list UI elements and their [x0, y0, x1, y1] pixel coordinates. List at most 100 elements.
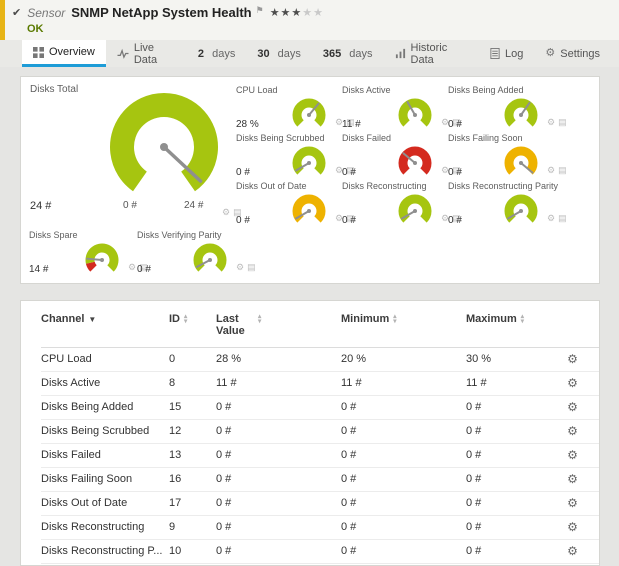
cell-minimum: 0 #	[341, 516, 466, 540]
column-header-maximum[interactable]: Maximum▴▾	[466, 305, 544, 348]
tab-historic-data[interactable]: Historic Data	[384, 40, 479, 67]
gear-icon[interactable]: ⚙	[547, 165, 555, 175]
sort-toggle-icon: ▴▾	[184, 314, 187, 324]
cell-channel: Disks Failing Soon	[41, 468, 169, 492]
cell-last-value: 11 #	[216, 372, 341, 396]
gear-icon[interactable]: ⚙	[128, 262, 136, 272]
cell-minimum: 0 #	[341, 492, 466, 516]
cell-channel: CPU Load	[41, 348, 169, 372]
cell-maximum: 0 #	[466, 420, 544, 444]
cell-actions: ⚙	[544, 540, 600, 564]
table-header-row: Channel▼ID ▴▾ Last Value ▴▾ Minimum ▴▾ Maximum…	[41, 305, 600, 348]
cell-last-value: 0 #	[216, 444, 341, 468]
priority-stars[interactable]: ★★★★★	[270, 6, 324, 19]
sort-toggle-icon: ▴▾	[258, 314, 261, 324]
ok-check-icon: ✔	[12, 6, 21, 19]
gauge-disks-out-of-date	[286, 192, 332, 226]
tab-label: Historic Data	[411, 42, 468, 66]
tab-30-days[interactable]: 30 days	[246, 40, 312, 67]
cell-minimum: 20 %	[341, 348, 466, 372]
tab-label: Settings	[560, 48, 600, 60]
column-header-last-value[interactable]: Last Value ▴▾	[216, 305, 341, 348]
table-row-disks-being-scrubbed: Disks Being Scrubbed120 #0 #0 #⚙	[41, 420, 600, 444]
gauge-disks-being-added	[498, 96, 544, 130]
gauge-disks-verifying-parity	[187, 241, 233, 275]
tab-365-days[interactable]: 365 days	[312, 40, 384, 67]
channel-settings-gear-icon[interactable]: ⚙	[567, 376, 578, 390]
overview-icon	[33, 47, 44, 58]
column-label: Last Value	[216, 313, 254, 337]
gauge-scale-min-label: 0 #	[123, 200, 137, 211]
gear-icon[interactable]: ⚙	[547, 213, 555, 223]
cell-minimum: 11 #	[341, 372, 466, 396]
column-label: ID	[169, 313, 180, 325]
gauge-disks-spare	[79, 241, 125, 275]
gauge-label: Disks Verifying Parity	[137, 230, 267, 240]
channel-settings-gear-icon[interactable]: ⚙	[567, 424, 578, 438]
column-header-actions	[544, 305, 600, 348]
gauge-disks-failing-soon	[498, 144, 544, 178]
table-row-disks-reconstructing: Disks Reconstructing90 #0 #0 #⚙	[41, 516, 600, 540]
gauge-scale-max-label: 24 #	[184, 200, 203, 211]
channel-settings-gear-icon[interactable]: ⚙	[567, 472, 578, 486]
gauge-actions: ⚙▤	[233, 257, 256, 275]
cell-channel: Disks Reconstructing	[41, 516, 169, 540]
tab-settings[interactable]: ⚙Settings	[534, 40, 611, 67]
graph-icon[interactable]: ▤	[558, 213, 567, 223]
cell-id: 9	[169, 516, 216, 540]
graph-icon[interactable]: ▤	[558, 117, 567, 127]
cell-actions: ⚙	[544, 420, 600, 444]
cell-maximum: 0 #	[466, 444, 544, 468]
channel-settings-gear-icon[interactable]: ⚙	[567, 544, 578, 558]
gear-icon[interactable]: ⚙	[222, 207, 230, 217]
cell-maximum: 0 #	[466, 492, 544, 516]
cell-channel: Disks Active	[41, 372, 169, 396]
gauge-actions: ⚙▤	[544, 112, 567, 130]
gauge-value: 0 #	[137, 264, 187, 275]
table-row-disks-failed: Disks Failed130 #0 #0 #⚙	[41, 444, 600, 468]
channel-settings-gear-icon[interactable]: ⚙	[567, 496, 578, 510]
prtg-sensor-overview-page: ✔ Sensor SNMP NetApp System Health ⚑ ★★★…	[0, 0, 619, 566]
gauge-value: 0 #	[236, 215, 286, 226]
cell-id: 13	[169, 444, 216, 468]
channel-settings-gear-icon[interactable]: ⚙	[567, 352, 578, 366]
channel-settings-gear-icon[interactable]: ⚙	[567, 448, 578, 462]
gauge-cell-disks-verifying-parity: Disks Verifying Parity 0 # ⚙▤	[137, 230, 267, 275]
gear-icon[interactable]: ⚙	[547, 117, 555, 127]
gauge-value: 14 #	[29, 264, 79, 275]
sort-desc-icon: ▼	[88, 315, 96, 324]
cell-id: 16	[169, 468, 216, 492]
cell-actions: ⚙	[544, 492, 600, 516]
sort-toggle-icon: ▴▾	[393, 314, 396, 324]
gauge-label: Disks Failing Soon	[448, 133, 578, 143]
table-row-disks-reconstructing-p: Disks Reconstructing P...100 #0 #0 #⚙	[41, 540, 600, 564]
channel-settings-gear-icon[interactable]: ⚙	[567, 520, 578, 534]
cell-minimum: 0 #	[341, 444, 466, 468]
column-header-minimum[interactable]: Minimum ▴▾	[341, 305, 466, 348]
tab-live-data[interactable]: Live Data	[106, 40, 187, 67]
gauge-value: 0 #	[448, 119, 498, 130]
graph-icon[interactable]: ▤	[247, 262, 256, 272]
column-header-id[interactable]: ID ▴▾	[169, 305, 216, 348]
cell-id: 15	[169, 396, 216, 420]
gauge-disks-being-scrubbed	[286, 144, 332, 178]
disks-total-gauge	[89, 89, 239, 209]
tab-label: Log	[505, 48, 523, 60]
gauge-value: 0 #	[448, 215, 498, 226]
column-label: Minimum	[341, 313, 389, 325]
gauge-disks-active	[392, 96, 438, 130]
gauge-cpu-load	[286, 96, 332, 130]
cell-id: 17	[169, 492, 216, 516]
channel-settings-gear-icon[interactable]: ⚙	[567, 400, 578, 414]
tab-log[interactable]: Log	[479, 40, 534, 67]
tab-2-days[interactable]: 2 days	[187, 40, 246, 67]
cell-maximum: 0 #	[466, 468, 544, 492]
tab-overview[interactable]: Overview	[22, 40, 106, 67]
column-header-channel[interactable]: Channel▼	[41, 305, 169, 348]
gear-icon[interactable]: ⚙	[236, 262, 244, 272]
gauge-disks-reconstructing	[392, 192, 438, 226]
cell-actions: ⚙	[544, 372, 600, 396]
cell-last-value: 0 #	[216, 468, 341, 492]
graph-icon[interactable]: ▤	[558, 165, 567, 175]
cell-minimum: 0 #	[341, 420, 466, 444]
